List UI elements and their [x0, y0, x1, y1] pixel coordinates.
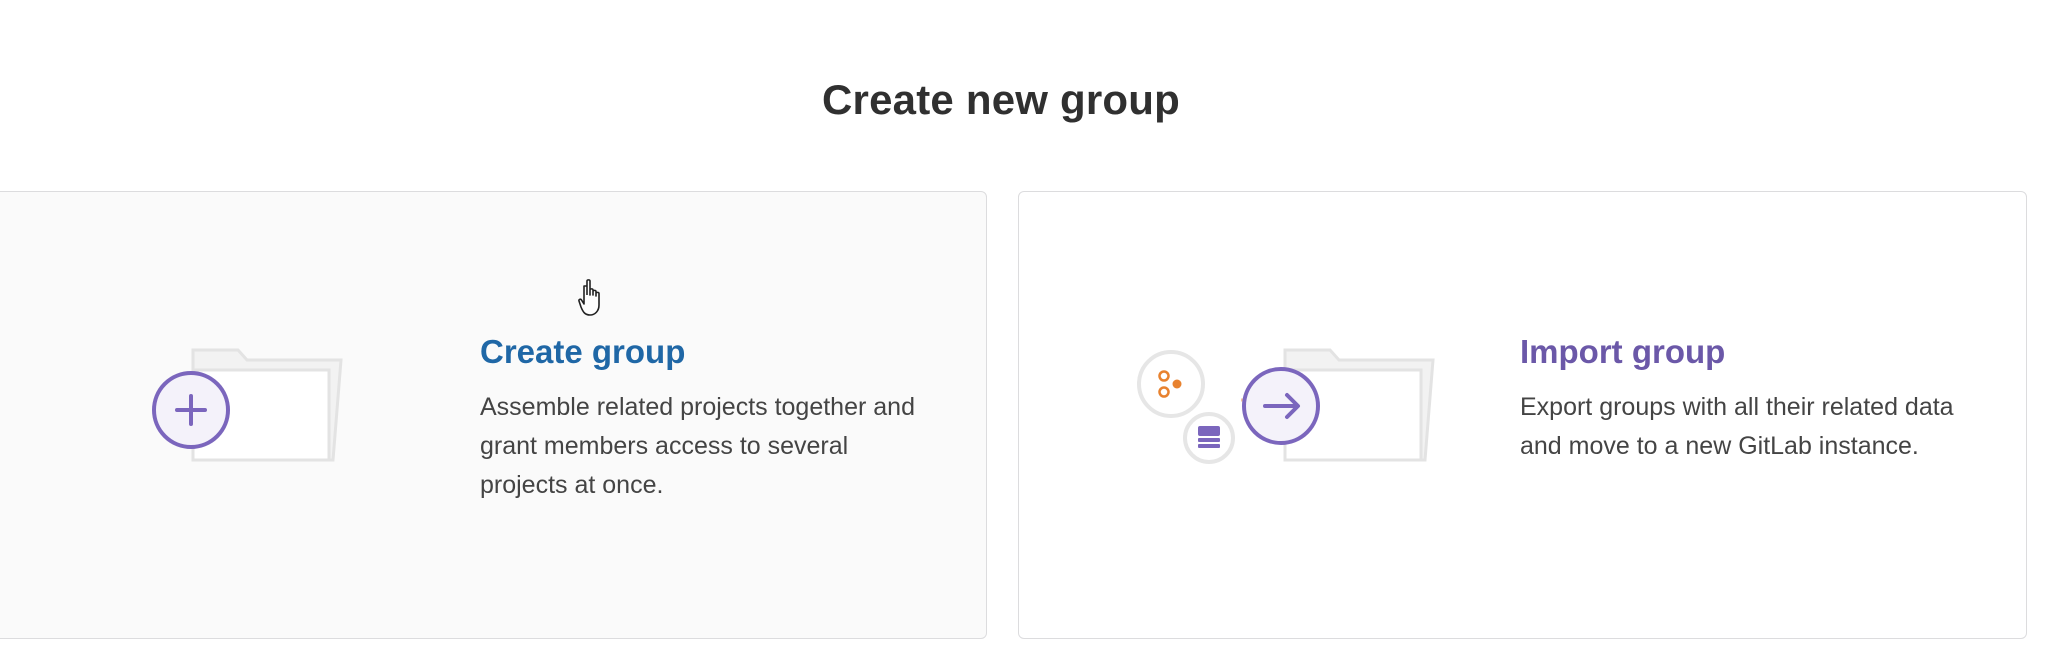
folder-import-icon	[1137, 348, 1435, 464]
new-group-page: Create new group Create group Assemble r…	[0, 0, 2060, 672]
folder-import-illustration	[1137, 342, 1457, 487]
create-group-text: Create group Assemble related projects t…	[480, 332, 940, 505]
page-title: Create new group	[822, 76, 1180, 123]
folder-plus-icon	[152, 348, 343, 462]
create-group-heading[interactable]: Create group	[480, 332, 940, 372]
create-group-description: Assemble related projects together and g…	[480, 392, 915, 499]
create-group-panel[interactable]: Create group Assemble related projects t…	[0, 191, 987, 639]
import-group-text: Import group Export groups with all thei…	[1520, 332, 1960, 466]
hand-cursor-icon	[578, 279, 600, 316]
import-group-panel[interactable]: Import group Export groups with all thei…	[1018, 191, 2027, 639]
import-group-heading[interactable]: Import group	[1520, 332, 1960, 372]
folder-plus-illustration	[143, 342, 343, 477]
import-group-description: Export groups with all their related dat…	[1520, 392, 1954, 460]
